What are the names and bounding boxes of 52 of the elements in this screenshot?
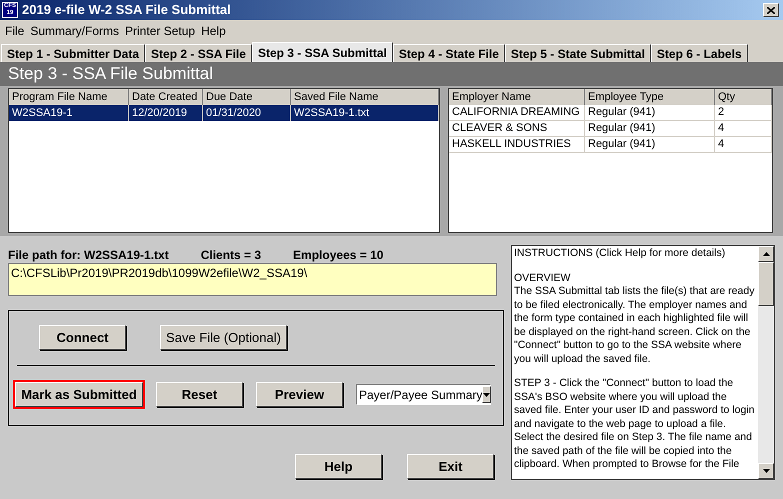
action-button[interactable]: Connect bbox=[39, 325, 126, 350]
table-cell: 4 bbox=[715, 137, 772, 152]
close-button[interactable] bbox=[763, 3, 779, 17]
file-path-field[interactable]: C:\CFSLib\Pr2019\PR2019db\1099W2efile\W2_SSA19\ bbox=[8, 263, 497, 296]
action-button[interactable]: Preview bbox=[256, 382, 343, 407]
file-row[interactable]: W2SSA19-1 12/20/2019 01/31/2020 W2SSA19-1.txt bbox=[9, 105, 439, 121]
step-tab[interactable]: Step 3 - SSA Submittal bbox=[252, 42, 393, 62]
table-cell: HASKELL INDUSTRIES bbox=[449, 137, 585, 152]
step-tab[interactable]: Step 1 - Submitter Data bbox=[1, 44, 146, 62]
footer-button[interactable]: Help bbox=[295, 454, 382, 479]
table-cell: W2SSA19-1.txt bbox=[291, 105, 439, 121]
dropdown-arrow-icon bbox=[483, 392, 490, 396]
table-cell: Regular (941) bbox=[585, 121, 715, 136]
menu-item[interactable]: Printer Setup bbox=[122, 22, 198, 40]
table-cell: CALIFORNIA DREAMING bbox=[449, 105, 585, 120]
file-path-label: File path for: W2SSA19-1.txt bbox=[8, 247, 169, 262]
scroll-up-icon bbox=[762, 252, 770, 256]
table-cell: CLEAVER & SONS bbox=[449, 121, 585, 136]
instructions-text: INSTRUCTIONS (Click Help for more details) bbox=[514, 247, 726, 260]
table-cell: 2 bbox=[715, 105, 772, 120]
table-cell: 4 bbox=[715, 121, 772, 136]
instructions-text: OVERVIEW bbox=[514, 272, 572, 285]
window-title: 2019 e-file W-2 SSA File Submittal bbox=[22, 1, 232, 20]
table-cell: Regular (941) bbox=[585, 137, 715, 152]
column-header: Employer Name bbox=[449, 89, 585, 105]
column-header: Qty bbox=[715, 89, 772, 105]
table-cell: 12/20/2019 bbox=[129, 105, 203, 121]
action-button[interactable]: Mark as Submitted bbox=[15, 382, 143, 407]
action-button[interactable]: Reset bbox=[156, 382, 243, 407]
step-tab[interactable]: Step 2 - SSA File bbox=[145, 44, 252, 62]
report-dropdown[interactable]: Payer/Payee Summary bbox=[356, 384, 491, 405]
column-header: Employee Type bbox=[585, 89, 715, 105]
step-tab[interactable]: Step 6 - Labels bbox=[650, 44, 748, 62]
table-cell: Regular (941) bbox=[585, 105, 715, 120]
scroll-thumb[interactable] bbox=[758, 262, 774, 306]
scroll-down-icon bbox=[762, 469, 770, 473]
scrollbar[interactable] bbox=[758, 246, 774, 479]
page-heading: Step 3 - SSA File Submittal bbox=[8, 63, 214, 86]
clients-count: Clients = 3 bbox=[200, 247, 262, 262]
table-cell: W2SSA19-1 bbox=[9, 105, 129, 121]
footer-button[interactable]: Exit bbox=[407, 454, 494, 479]
table-cell: 01/31/2020 bbox=[203, 105, 291, 121]
menu-item[interactable]: Help bbox=[198, 22, 229, 40]
action-button[interactable]: Save File (Optional) bbox=[160, 325, 287, 350]
instructions-text: The SSA Submittal tab lists the file(s) that are ready to be filed electronically. The employer names and the form type contained in each highlighted file will be displayed on the right-hand screen. Click on the "Connect" button to go to the SSA website where you will upload the saved file. bbox=[514, 285, 756, 366]
step-tab[interactable]: Step 5 - State Submittal bbox=[504, 44, 651, 62]
employees-count: Employees = 10 bbox=[293, 247, 384, 262]
close-icon bbox=[767, 6, 775, 14]
menu-item[interactable]: Summary/Forms bbox=[27, 22, 122, 40]
instructions-text: STEP 3 - Click the "Connect" button to load the SSA's BSO website where you will upload the saved file. Enter your user ID and password to login and navigate to the web page to upload a file. Select the desired file on Step 3. The file name and the saved path of the file will be copied into the clipboard. When prompted to Browse for the File bbox=[514, 377, 756, 472]
step-tab[interactable]: Step 4 - State File bbox=[392, 44, 505, 62]
menu-item[interactable]: File bbox=[2, 22, 28, 40]
